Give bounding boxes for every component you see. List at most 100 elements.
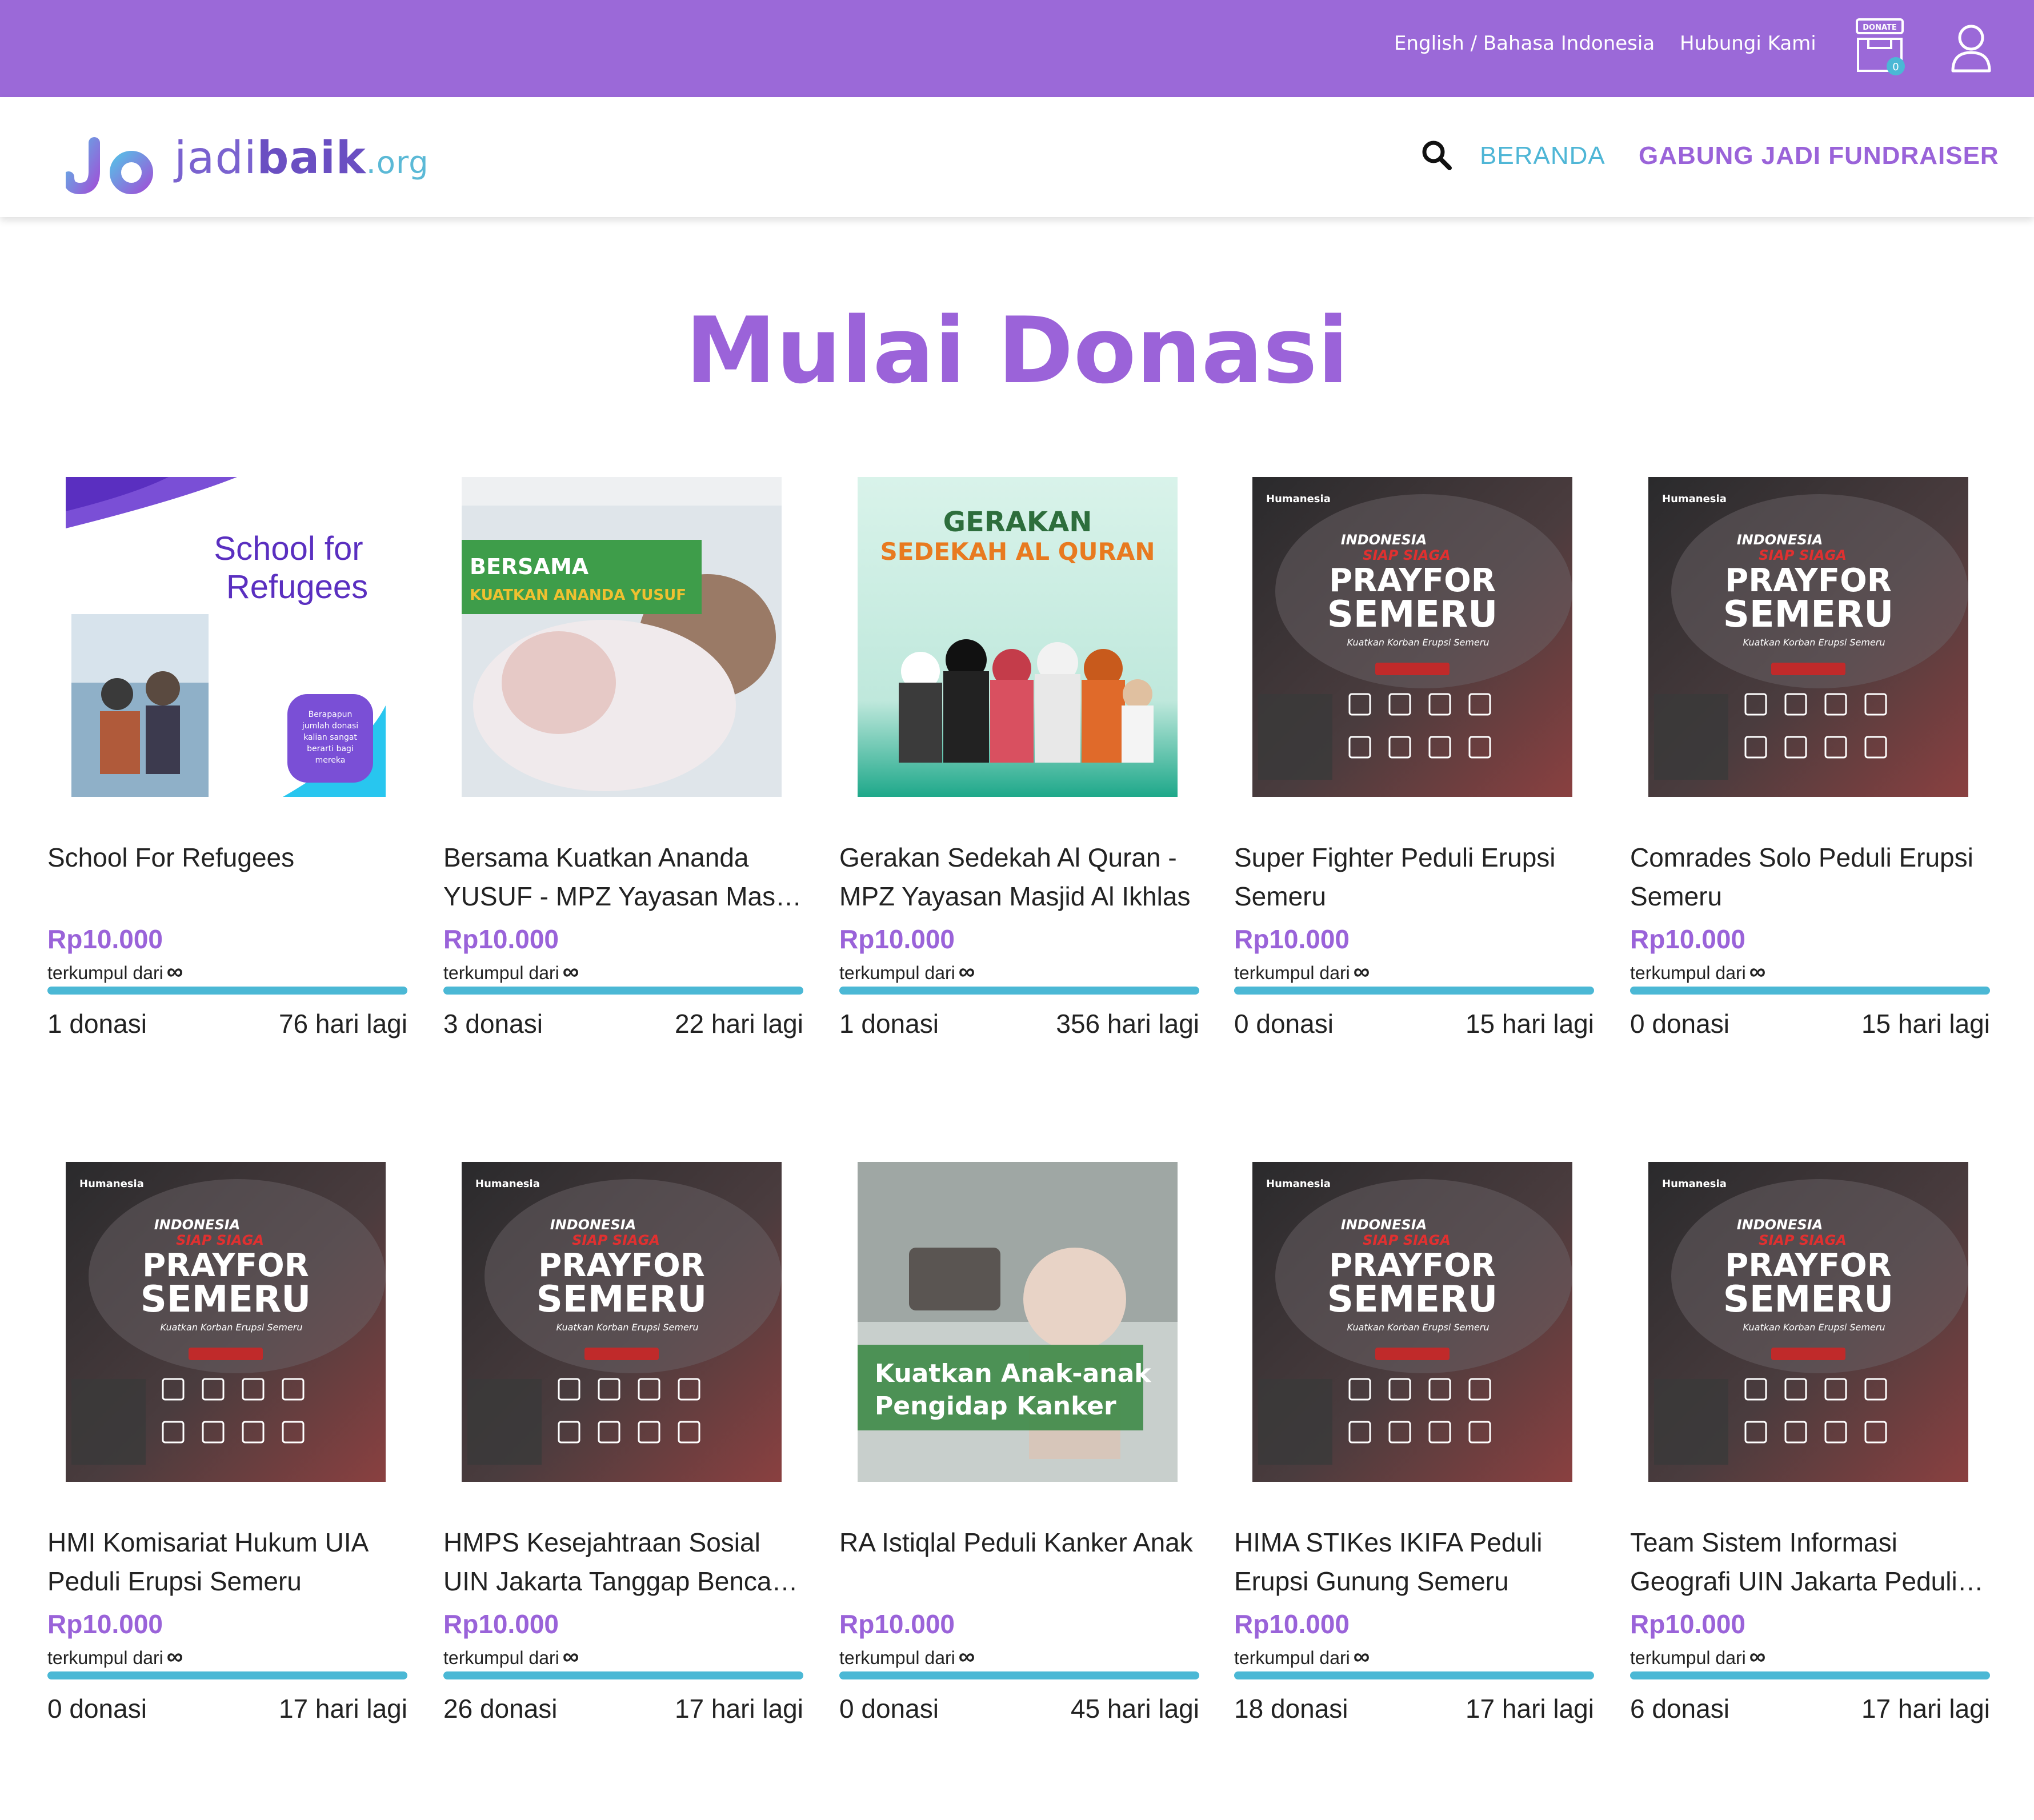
infinity-icon: ∞ [1749, 1644, 1766, 1669]
campaign-image[interactable]: Humanesia INDONESIA SIAP SIAGA PRAYFOR S… [1252, 477, 1572, 797]
campaign-collected-label: terkumpul dari ∞ [1630, 1644, 1766, 1669]
campaign-image[interactable]: GERAKAN SEDEKAH AL QURAN [858, 477, 1178, 797]
infinity-icon: ∞ [958, 1644, 975, 1669]
campaign-progress-bar [47, 987, 407, 995]
language-switch-link[interactable]: English / Bahasa Indonesia [1394, 32, 1655, 55]
campaign-title[interactable]: HMI Komisariat Hukum UIA Peduli Erupsi S… [47, 1523, 407, 1601]
campaign-title[interactable]: HIMA STIKes IKIFA Peduli Erupsi Gunung S… [1234, 1523, 1594, 1601]
nav-gabung-fundraiser[interactable]: GABUNG JADI FUNDRAISER [1639, 142, 1999, 170]
poster-semeru-line2: SIAP SIAGA [1363, 1232, 1451, 1248]
poster-semeru-line1: INDONESIA [1341, 532, 1427, 548]
campaign-amount: Rp10.000 [839, 1609, 955, 1639]
pray-for-semeru-poster: Humanesia INDONESIA SIAP SIAGA PRAYFOR S… [1252, 477, 1572, 797]
campaign-card[interactable]: Humanesia INDONESIA SIAP SIAGA PRAYFOR S… [443, 1162, 803, 1733]
poster-semeru-line5: Kuatkan Korban Erupsi Semeru [160, 1322, 302, 1333]
campaign-title[interactable]: School For Refugees [47, 838, 407, 916]
campaign-collected-label: terkumpul dari ∞ [1234, 1644, 1370, 1669]
campaign-image[interactable]: Humanesia INDONESIA SIAP SIAGA PRAYFOR S… [1252, 1162, 1572, 1482]
contact-link[interactable]: Hubungi Kami [1680, 32, 1816, 55]
campaign-title[interactable]: Bersama Kuatkan Ananda YUSUF - MPZ Yayas… [443, 838, 803, 916]
donate-cart-button[interactable]: DONATE 0 [1851, 16, 1914, 79]
campaign-card[interactable]: School for Refugees Berapapun jumlah don… [47, 477, 407, 1048]
campaign-title[interactable]: Comrades Solo Peduli Erupsi Semeru [1630, 838, 1990, 916]
campaign-donor-count: 0 donasi [47, 1694, 147, 1723]
poster-semeru-line2: SIAP SIAGA [1759, 547, 1847, 563]
poster-semeru-line1: INDONESIA [1737, 532, 1823, 548]
campaign-amount: Rp10.000 [839, 924, 955, 954]
campaign-days-left: 45 hari lagi [1070, 1694, 1199, 1723]
campaign-donor-count: 6 donasi [1630, 1694, 1729, 1723]
campaign-title[interactable]: Gerakan Sedekah Al Quran - MPZ Yayasan M… [839, 838, 1199, 916]
campaign-days-left: 22 hari lagi [674, 1009, 803, 1039]
campaign-card[interactable]: Kuatkan Anak-anak Pengidap Kanker RA Ist… [839, 1162, 1199, 1733]
nav-beranda[interactable]: BERANDA [1480, 142, 1605, 170]
campaign-donor-count: 0 donasi [839, 1694, 939, 1723]
svg-text:kalian sangat: kalian sangat [303, 733, 357, 742]
poster-yusuf-line2: KUATKAN ANANDA YUSUF [470, 587, 686, 604]
campaign-image[interactable]: Humanesia INDONESIA SIAP SIAGA PRAYFOR S… [66, 1162, 386, 1482]
campaign-amount: Rp10.000 [443, 924, 559, 954]
campaign-amount: Rp10.000 [1234, 1609, 1350, 1639]
campaign-days-left: 17 hari lagi [1861, 1694, 1990, 1723]
user-account-button[interactable] [1948, 23, 1994, 74]
campaign-title[interactable]: Super Fighter Peduli Erupsi Semeru [1234, 838, 1594, 916]
campaign-donor-count: 18 donasi [1234, 1694, 1348, 1723]
pray-for-semeru-poster: Humanesia INDONESIA SIAP SIAGA PRAYFOR S… [1648, 1162, 1968, 1482]
top-bar: English / Bahasa Indonesia Hubungi Kami … [0, 0, 2034, 97]
donate-box-label: DONATE [1863, 23, 1897, 32]
campaign-donor-count: 0 donasi [1234, 1009, 1334, 1039]
campaign-title[interactable]: RA Istiqlal Peduli Kanker Anak [839, 1523, 1199, 1601]
pray-for-semeru-poster: Humanesia INDONESIA SIAP SIAGA PRAYFOR S… [462, 1162, 782, 1482]
infinity-icon: ∞ [562, 959, 579, 984]
campaign-card[interactable]: Humanesia INDONESIA SIAP SIAGA PRAYFOR S… [1234, 477, 1594, 1048]
poster-yusuf-line1: BERSAMA [470, 554, 589, 579]
campaign-title[interactable]: HMPS Kesejahtraan Sosial UIN Jakarta Tan… [443, 1523, 803, 1601]
svg-text:jumlah donasi: jumlah donasi [302, 721, 358, 731]
campaign-collected-label: terkumpul dari ∞ [443, 959, 579, 984]
infinity-icon: ∞ [166, 1644, 183, 1669]
bersama-kuatkan-ananda-yusuf-poster: BERSAMA KUATKAN ANANDA YUSUF [462, 477, 782, 797]
campaign-collected-label: terkumpul dari ∞ [47, 1644, 183, 1669]
campaign-collected-label: terkumpul dari ∞ [839, 1644, 975, 1669]
campaign-card[interactable]: Humanesia INDONESIA SIAP SIAGA PRAYFOR S… [1234, 1162, 1594, 1733]
site-logo[interactable]: jadibaik.org [66, 120, 431, 200]
poster-semeru-line1: INDONESIA [550, 1217, 636, 1233]
campaign-collected-label: terkumpul dari ∞ [1630, 959, 1766, 984]
poster-semeru-brand: Humanesia [1266, 493, 1331, 505]
poster-semeru-brand: Humanesia [1662, 1178, 1727, 1190]
campaign-days-left: 15 hari lagi [1861, 1009, 1990, 1039]
campaign-donor-count: 26 donasi [443, 1694, 558, 1723]
infinity-icon: ∞ [166, 959, 183, 984]
campaign-title[interactable]: Team Sistem Informasi Geografi UIN Jakar… [1630, 1523, 1990, 1601]
campaign-card[interactable]: Humanesia INDONESIA SIAP SIAGA PRAYFOR S… [1630, 1162, 1990, 1733]
campaign-card[interactable]: GERAKAN SEDEKAH AL QURAN Gerakan Sedekah… [839, 477, 1199, 1048]
school-for-refugees-poster: School for Refugees Berapapun jumlah don… [66, 477, 386, 797]
poster-refugees-line1: School for [214, 530, 363, 567]
poster-semeru-line5: Kuatkan Korban Erupsi Semeru [1743, 1322, 1885, 1333]
campaign-amount: Rp10.000 [47, 1609, 163, 1639]
pray-for-semeru-poster: Humanesia INDONESIA SIAP SIAGA PRAYFOR S… [1252, 1162, 1572, 1482]
cart-count: 0 [1892, 61, 1899, 73]
poster-semeru-line5: Kuatkan Korban Erupsi Semeru [1347, 637, 1489, 648]
campaign-amount: Rp10.000 [1234, 924, 1350, 954]
poster-semeru-brand: Humanesia [475, 1178, 540, 1190]
campaign-image[interactable]: Humanesia INDONESIA SIAP SIAGA PRAYFOR S… [1648, 477, 1968, 797]
poster-semeru-line4: SEMERU [1327, 594, 1498, 636]
campaign-days-left: 17 hari lagi [278, 1694, 407, 1723]
poster-semeru-line4: SEMERU [141, 1278, 311, 1321]
poster-quran-line2: SEDEKAH AL QURAN [880, 538, 1155, 566]
campaign-card[interactable]: Humanesia INDONESIA SIAP SIAGA PRAYFOR S… [1630, 477, 1990, 1048]
campaign-image[interactable]: Humanesia INDONESIA SIAP SIAGA PRAYFOR S… [462, 1162, 782, 1482]
poster-semeru-line4: SEMERU [536, 1278, 707, 1321]
campaign-image[interactable]: Kuatkan Anak-anak Pengidap Kanker [858, 1162, 1178, 1482]
svg-text:Berapapun: Berapapun [309, 710, 353, 719]
campaign-amount: Rp10.000 [1630, 1609, 1746, 1639]
campaign-donor-count: 3 donasi [443, 1009, 543, 1039]
campaign-donor-count: 0 donasi [1630, 1009, 1729, 1039]
search-button[interactable] [1420, 138, 1454, 173]
campaign-card[interactable]: Humanesia INDONESIA SIAP SIAGA PRAYFOR S… [47, 1162, 407, 1733]
campaign-image[interactable]: School for Refugees Berapapun jumlah don… [66, 477, 386, 797]
campaign-card[interactable]: BERSAMA KUATKAN ANANDA YUSUF Bersama Kua… [443, 477, 803, 1048]
campaign-image[interactable]: Humanesia INDONESIA SIAP SIAGA PRAYFOR S… [1648, 1162, 1968, 1482]
campaign-image[interactable]: BERSAMA KUATKAN ANANDA YUSUF [462, 477, 782, 797]
